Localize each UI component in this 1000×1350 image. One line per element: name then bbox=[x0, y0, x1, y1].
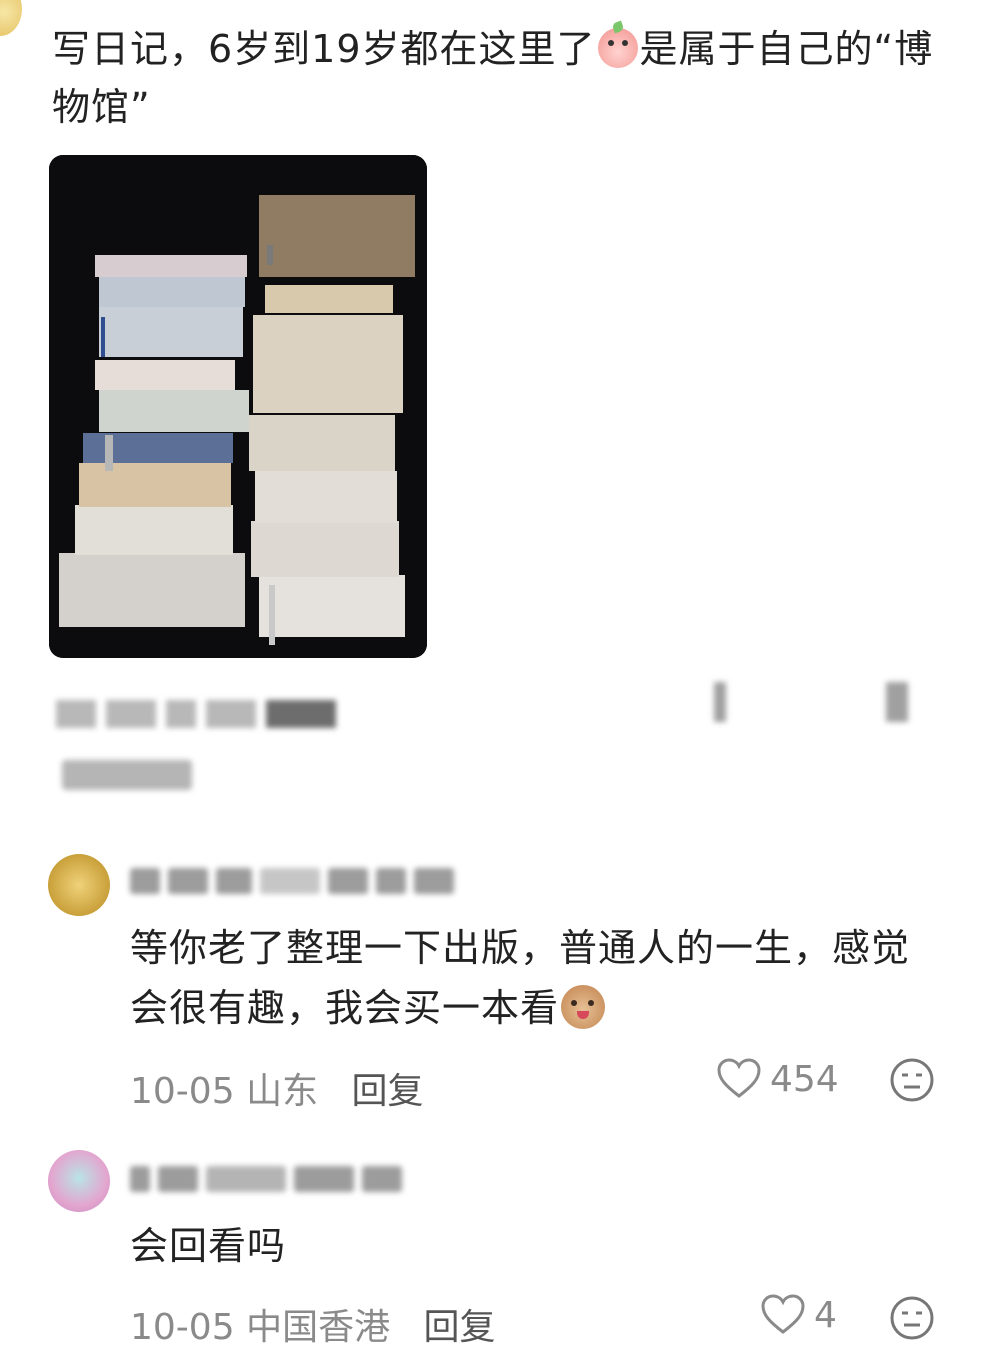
diary-stack-photo bbox=[49, 155, 427, 658]
post-meta-blurred bbox=[56, 700, 356, 736]
dislike-face-button[interactable] bbox=[888, 1056, 936, 1108]
comment-meta: 10-05 山东 回复 bbox=[130, 1062, 424, 1114]
neutral-face-icon bbox=[890, 1058, 934, 1102]
neutral-face-icon bbox=[890, 1296, 934, 1340]
post-tag-blurred bbox=[62, 760, 212, 806]
like-count: 454 bbox=[770, 1058, 839, 1100]
commenter-avatar[interactable] bbox=[48, 1150, 110, 1212]
post-text-part1: 写日记，6岁到19岁都在这里了 bbox=[52, 27, 596, 71]
corner-avatar[interactable] bbox=[0, 0, 22, 36]
comment-text: 等你老了整理一下出版，普通人的一生，感觉会很有趣，我会买一本看 bbox=[130, 918, 930, 1038]
post-actions-blurred bbox=[714, 682, 944, 732]
like-count: 4 bbox=[814, 1294, 837, 1336]
comment-text-body: 会回看吗 bbox=[130, 1224, 287, 1268]
comment-date: 10-05 bbox=[130, 1307, 235, 1348]
commenter-name-blurred bbox=[130, 868, 490, 902]
commenter-avatar[interactable] bbox=[48, 854, 110, 916]
comment-text: 会回看吗 bbox=[130, 1216, 930, 1276]
comment-text-body: 等你老了整理一下出版，普通人的一生，感觉会很有趣，我会买一本看 bbox=[130, 926, 911, 1030]
peach-face-emoji-icon bbox=[597, 28, 638, 68]
heart-icon bbox=[717, 1058, 761, 1098]
post-image[interactable] bbox=[49, 155, 427, 658]
comment-meta: 10-05 中国香港 回复 bbox=[130, 1298, 496, 1350]
comment-date: 10-05 bbox=[130, 1071, 235, 1112]
dog-face-emoji-icon bbox=[561, 985, 606, 1029]
like-button[interactable]: 454 bbox=[716, 1058, 839, 1100]
reply-button[interactable]: 回复 bbox=[352, 1071, 424, 1112]
like-button[interactable]: 4 bbox=[760, 1294, 837, 1336]
dislike-face-button[interactable] bbox=[888, 1294, 936, 1346]
comment-location: 山东 bbox=[246, 1071, 319, 1112]
comment-location: 中国香港 bbox=[246, 1307, 391, 1348]
heart-icon bbox=[761, 1294, 805, 1334]
commenter-name-blurred bbox=[130, 1166, 490, 1200]
post-text: 写日记，6岁到19岁都在这里了 是属于自己的“博物馆” bbox=[52, 20, 952, 136]
reply-button[interactable]: 回复 bbox=[424, 1307, 496, 1348]
